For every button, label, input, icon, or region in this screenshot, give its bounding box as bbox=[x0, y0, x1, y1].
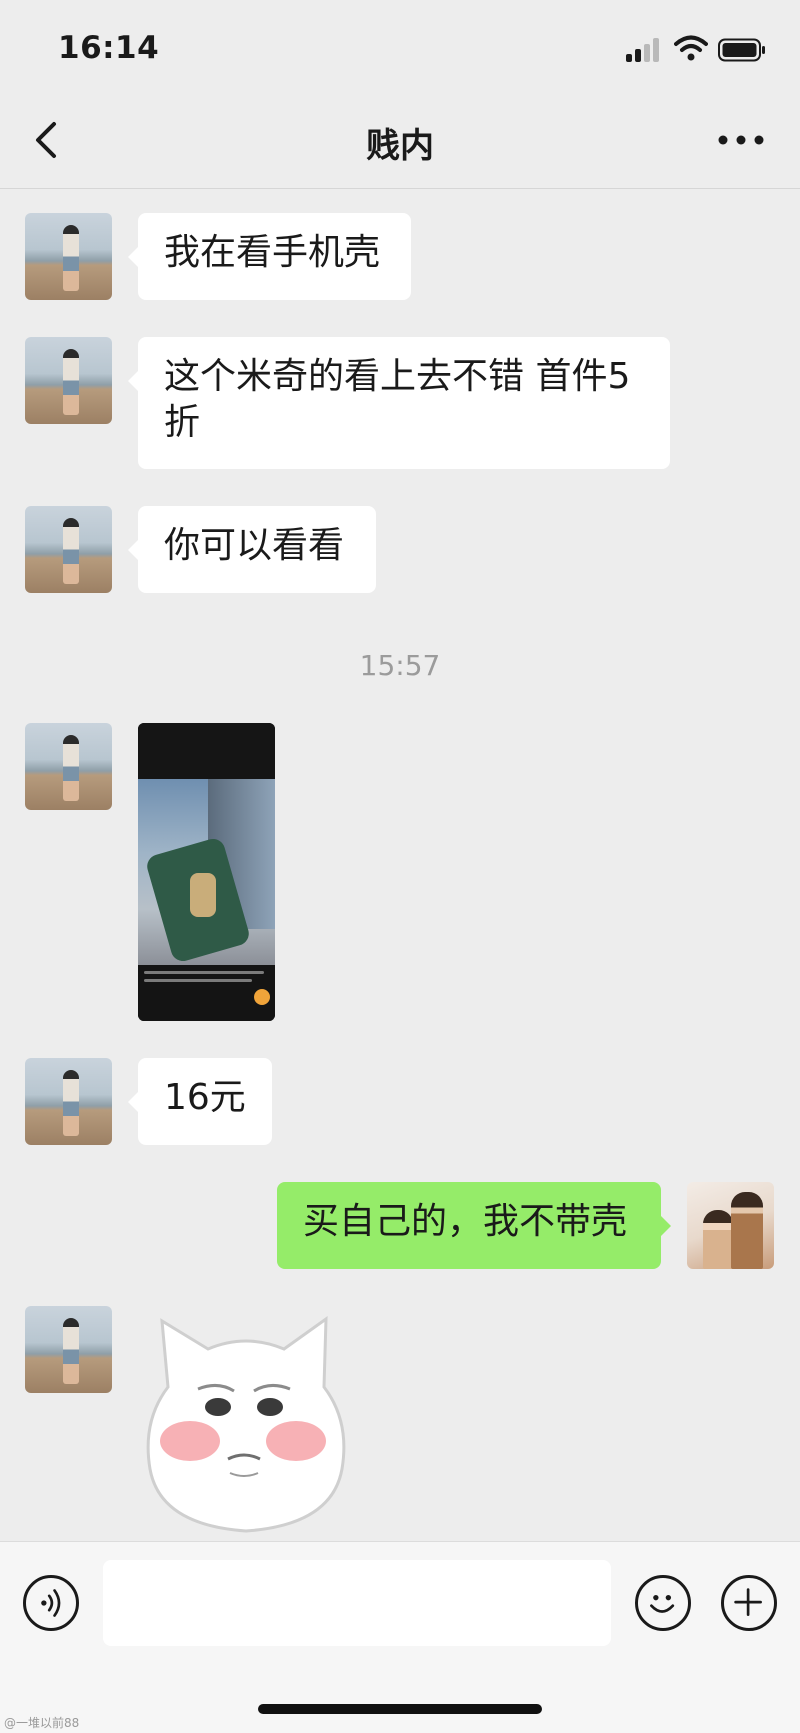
timestamp: 15:57 bbox=[359, 649, 441, 682]
contact-avatar[interactable] bbox=[25, 1306, 112, 1393]
nav-bar: 贱内 bbox=[0, 96, 800, 189]
message-bubble[interactable]: 16元 bbox=[128, 1058, 272, 1145]
chat-title: 贱内 bbox=[366, 126, 434, 166]
emoji-icon[interactable] bbox=[635, 1575, 691, 1631]
cat-face-sticker[interactable] bbox=[138, 1309, 354, 1541]
more-icon[interactable] bbox=[716, 130, 766, 150]
voice-icon[interactable] bbox=[23, 1575, 79, 1631]
battery-icon bbox=[718, 38, 765, 62]
chat-area[interactable]: 我在看手机壳 这个米奇的看上去不错 首件5折 你可以看看 15:57 16元 买… bbox=[0, 189, 800, 1541]
input-bar: @一堆以前88 bbox=[0, 1541, 800, 1733]
contact-avatar[interactable] bbox=[25, 1058, 112, 1145]
wifi-icon bbox=[674, 35, 708, 61]
home-indicator bbox=[258, 1704, 542, 1714]
contact-avatar[interactable] bbox=[25, 213, 112, 300]
signal-icon bbox=[626, 38, 664, 62]
message-bubble[interactable]: 这个米奇的看上去不错 首件5折 bbox=[128, 337, 670, 469]
status-bar: 16:14 bbox=[0, 0, 800, 96]
contact-avatar[interactable] bbox=[25, 337, 112, 424]
watermark: @一堆以前88 bbox=[4, 1716, 80, 1730]
message-bubble-outgoing[interactable]: 买自己的，我不带壳 bbox=[277, 1182, 671, 1269]
message-input[interactable] bbox=[103, 1560, 611, 1646]
status-time: 16:14 bbox=[58, 30, 160, 66]
message-bubble[interactable]: 你可以看看 bbox=[128, 506, 376, 593]
contact-avatar[interactable] bbox=[25, 506, 112, 593]
my-avatar[interactable] bbox=[687, 1182, 774, 1269]
message-bubble[interactable]: 我在看手机壳 bbox=[128, 213, 411, 300]
shared-screenshot-image[interactable] bbox=[138, 723, 275, 1021]
plus-icon[interactable] bbox=[721, 1575, 777, 1631]
contact-avatar[interactable] bbox=[25, 723, 112, 810]
